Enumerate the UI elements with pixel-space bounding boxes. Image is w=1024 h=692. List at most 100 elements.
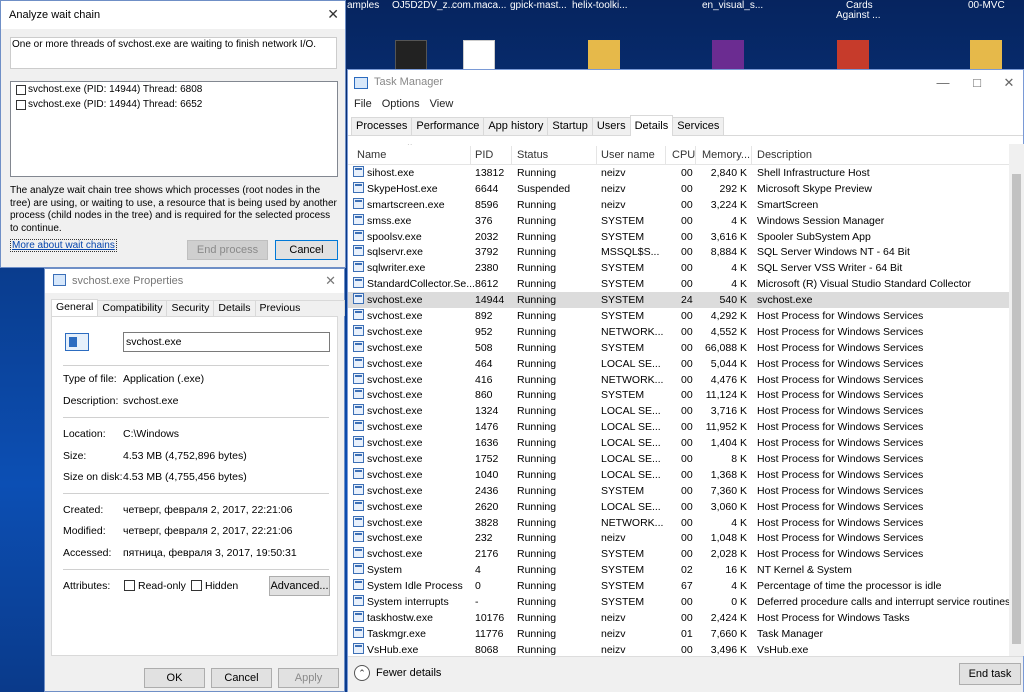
table-row[interactable]: svchost.exe 952 Running NETWORK... 00 4,552 K… <box>348 324 1009 340</box>
table-row[interactable]: SkypeHost.exe 6644 Suspended neizv 00 292 K Mi… <box>348 181 1009 197</box>
column-description[interactable]: Description <box>757 149 812 161</box>
menu-options[interactable]: Options <box>382 96 420 114</box>
tab-general[interactable]: General <box>51 299 99 317</box>
checkbox[interactable] <box>16 85 26 95</box>
table-row[interactable]: svchost.exe 1636 Running LOCAL SE... 00 1,404… <box>348 435 1009 451</box>
end-process-button[interactable]: End process <box>187 240 268 260</box>
table-row[interactable]: sqlservr.exe 3792 Running MSSQL$S... 00 8,884… <box>348 244 1009 260</box>
cell-user: neizv <box>601 198 626 211</box>
cancel-button[interactable]: Cancel <box>275 240 338 260</box>
desktop-icon-label[interactable]: amples <box>347 0 379 11</box>
table-row[interactable]: svchost.exe 892 Running SYSTEM 00 4,292 K Host… <box>348 308 1009 324</box>
chevron-up-icon[interactable]: ⌃ <box>354 665 370 681</box>
desktop-icon-label[interactable]: en_visual_s... <box>702 0 763 11</box>
tab-services[interactable]: Services <box>672 117 725 135</box>
tab-previous-versions[interactable]: Previous Versions <box>254 300 345 329</box>
table-row[interactable]: svchost.exe 464 Running LOCAL SE... 00 5,044 … <box>348 356 1009 372</box>
desktop-icon-label[interactable]: 00-MVC <box>968 0 1005 11</box>
column-divider[interactable] <box>470 146 471 164</box>
tab-processes[interactable]: Processes <box>351 117 413 135</box>
file-name-field[interactable]: svchost.exe <box>123 332 330 352</box>
column-divider[interactable] <box>511 146 512 164</box>
menu-view[interactable]: View <box>430 96 454 114</box>
table-row[interactable]: svchost.exe 1324 Running LOCAL SE... 00 3,716… <box>348 403 1009 419</box>
tab-compatibility[interactable]: Compatibility <box>97 300 168 316</box>
vertical-scrollbar[interactable] <box>1009 144 1024 656</box>
table-row[interactable]: svchost.exe 1476 Running LOCAL SE... 00 11,95… <box>348 419 1009 435</box>
table-row[interactable]: svchost.exe 232 Running neizv 00 1,048 K Host … <box>348 530 1009 546</box>
cell-pid: 2380 <box>475 262 499 275</box>
desktop-icon-label[interactable]: helix-toolki... <box>572 0 628 11</box>
apply-button[interactable]: Apply <box>278 668 339 688</box>
readonly-label[interactable]: Read-only <box>138 580 186 592</box>
table-row[interactable]: svchost.exe 2176 Running SYSTEM 00 2,028 K Hos… <box>348 546 1009 562</box>
column-divider[interactable] <box>751 146 752 164</box>
table-row[interactable]: System 4 Running SYSTEM 02 16 K NT Kernel & Sy… <box>348 562 1009 578</box>
end-task-button[interactable]: End task <box>959 663 1021 685</box>
table-row[interactable]: sihost.exe 13812 Running neizv 00 2,840 K Shel… <box>348 165 1009 181</box>
table-row[interactable]: svchost.exe 1040 Running LOCAL SE... 00 1,368… <box>348 467 1009 483</box>
column-cpu[interactable]: CPU <box>672 149 695 161</box>
task-manager-titlebar[interactable]: Task Manager — □ ✕ <box>348 70 1023 96</box>
table-row[interactable]: svchost.exe 2620 Running LOCAL SE... 00 3,060… <box>348 499 1009 515</box>
close-icon[interactable]: ✕ <box>325 273 336 289</box>
maximize-icon[interactable]: □ <box>962 73 992 93</box>
table-row[interactable]: spoolsv.exe 2032 Running SYSTEM 00 3,616 K Spo… <box>348 229 1009 245</box>
table-row[interactable]: smss.exe 376 Running SYSTEM 00 4 K Windows Ses… <box>348 213 1009 229</box>
table-row[interactable]: Taskmgr.exe 11776 Running neizv 01 7,660 K Tas… <box>348 626 1009 642</box>
table-row[interactable]: sqlwriter.exe 2380 Running SYSTEM 00 4 K SQL S… <box>348 260 1009 276</box>
table-row[interactable]: svchost.exe 2436 Running SYSTEM 00 7,360 K Hos… <box>348 483 1009 499</box>
tab-users[interactable]: Users <box>591 117 631 135</box>
readonly-checkbox[interactable] <box>124 580 135 591</box>
advanced-button[interactable]: Advanced... <box>269 576 330 596</box>
column-divider[interactable] <box>665 146 666 164</box>
cell-status: Running <box>517 230 557 243</box>
more-about-wait-chains-link[interactable]: More about wait chains <box>10 239 117 252</box>
table-row[interactable]: System Idle Process 0 Running SYSTEM 67 4 K Pe… <box>348 578 1009 594</box>
hidden-checkbox[interactable] <box>191 580 202 591</box>
column-divider[interactable] <box>596 146 597 164</box>
desktop-icon-label[interactable]: gpick-mast... <box>510 0 567 11</box>
checkbox[interactable] <box>16 100 26 110</box>
table-row[interactable]: System interrupts - Running SYSTEM 00 0 K Defe… <box>348 594 1009 610</box>
tab-security[interactable]: Security <box>166 300 215 316</box>
wait-chain-item[interactable]: svchost.exe (PID: 14944) Thread: 6808 <box>11 84 337 97</box>
tab-app-history[interactable]: App history <box>483 117 549 135</box>
wait-chain-item[interactable]: svchost.exe (PID: 14944) Thread: 6652 <box>11 99 337 112</box>
column-user-name[interactable]: User name <box>601 149 655 161</box>
hidden-label[interactable]: Hidden <box>205 580 238 592</box>
column-pid[interactable]: PID <box>475 149 493 161</box>
ok-button[interactable]: OK <box>144 668 205 688</box>
menu-file[interactable]: File <box>354 96 372 114</box>
table-row[interactable]: svchost.exe 3828 Running NETWORK... 00 4 K Hos… <box>348 515 1009 531</box>
column-memory[interactable]: Memory... <box>702 149 750 161</box>
close-icon[interactable]: ✕ <box>327 6 339 23</box>
cancel-button[interactable]: Cancel <box>211 668 272 688</box>
desktop-icon-label[interactable]: OJ5D2DV_z... <box>392 0 456 11</box>
column-name[interactable]: Name <box>357 149 386 161</box>
column-divider[interactable] <box>695 146 696 164</box>
close-icon[interactable]: ✕ <box>994 73 1024 93</box>
tab-performance[interactable]: Performance <box>411 117 485 135</box>
desktop-icon-label[interactable]: com.maca... <box>452 0 506 11</box>
table-row[interactable]: svchost.exe 416 Running NETWORK... 00 4,476 K… <box>348 372 1009 388</box>
table-row[interactable]: svchost.exe 1752 Running LOCAL SE... 00 8 K Ho… <box>348 451 1009 467</box>
desktop-icon-label[interactable]: Against ... <box>836 10 880 21</box>
properties-titlebar[interactable]: svchost.exe Properties ✕ <box>45 269 344 293</box>
tab-startup[interactable]: Startup <box>547 117 593 135</box>
tab-details[interactable]: Details <box>213 300 256 316</box>
fewer-details-link[interactable]: Fewer details <box>376 667 441 679</box>
process-icon <box>353 467 364 479</box>
wait-chain-titlebar[interactable]: Analyze wait chain ✕ <box>1 1 345 29</box>
scrollbar-thumb[interactable] <box>1012 174 1021 644</box>
table-row[interactable]: svchost.exe 860 Running SYSTEM 00 11,124 K Hos… <box>348 387 1009 403</box>
table-row[interactable]: VsHub.exe 8068 Running neizv 00 3,496 K VsHub.… <box>348 642 1009 656</box>
column-status[interactable]: Status <box>517 149 548 161</box>
table-row[interactable]: StandardCollector.Se... 8612 Running SYSTEM… <box>348 276 1009 292</box>
table-row[interactable]: svchost.exe 14944 Running SYSTEM 24 540 K svch… <box>348 292 1009 309</box>
minimize-icon[interactable]: — <box>928 73 958 93</box>
tab-details[interactable]: Details <box>629 115 674 136</box>
table-row[interactable]: taskhostw.exe 10176 Running neizv 00 2,424 K H… <box>348 610 1009 626</box>
table-row[interactable]: smartscreen.exe 8596 Running neizv 00 3,224 K… <box>348 197 1009 213</box>
table-row[interactable]: svchost.exe 508 Running SYSTEM 00 66,088 K Hos… <box>348 340 1009 356</box>
